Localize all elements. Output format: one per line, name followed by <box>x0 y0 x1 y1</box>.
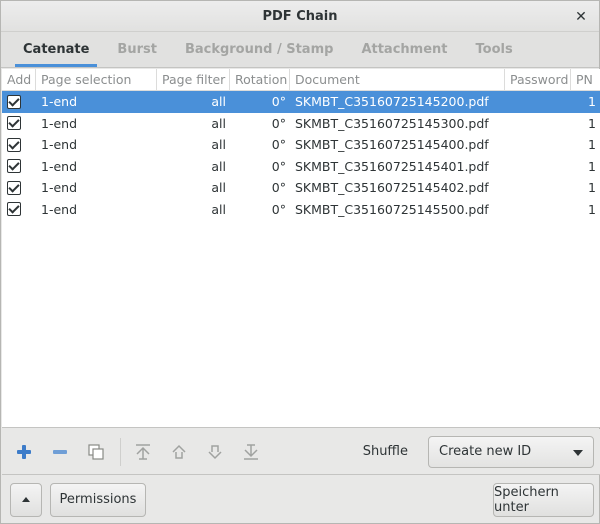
save-as-button[interactable]: Speichern unter <box>493 482 594 517</box>
page-filter-cell[interactable]: all <box>157 137 230 152</box>
id-mode-value: Create new ID <box>439 444 532 459</box>
page-selection-cell[interactable]: 1-end <box>36 202 157 217</box>
pn-cell: 1 <box>588 201 596 217</box>
table-row[interactable]: 1-end all 0° SKMBT_C35160725145402.pdf 1 <box>2 177 600 199</box>
add-checkbox[interactable] <box>7 116 21 131</box>
page-filter-cell[interactable]: all <box>157 202 230 217</box>
tab-catenate[interactable]: Catenate <box>9 32 103 67</box>
titlebar: PDF Chain ✕ <box>1 1 599 32</box>
pn-cell: 1 <box>588 137 596 153</box>
pn-cell: 1 <box>588 180 596 196</box>
document-cell: SKMBT_C35160725145402.pdf <box>295 180 489 196</box>
add-checkbox[interactable] <box>7 159 21 174</box>
copy-icon[interactable] <box>82 438 110 466</box>
page-selection-cell[interactable]: 1-end <box>36 137 157 152</box>
add-checkbox[interactable] <box>7 94 21 109</box>
add-cell <box>2 94 36 109</box>
column-header-page-selection[interactable]: Page selection <box>36 69 157 90</box>
toolbar-separator <box>120 437 121 466</box>
page-selection-cell[interactable]: 1-end <box>36 94 157 109</box>
rotation-cell[interactable]: 0° <box>230 94 290 109</box>
move-bottom-icon[interactable] <box>237 438 265 466</box>
table-row[interactable]: 1-end all 0° SKMBT_C35160725145300.pdf 1 <box>2 113 600 135</box>
app-window: PDF Chain ✕ Catenate Burst Background / … <box>0 0 600 524</box>
rotation-cell[interactable]: 0° <box>230 180 290 195</box>
document-cell: SKMBT_C35160725145500.pdf <box>295 201 489 217</box>
pn-cell: 1 <box>588 94 596 110</box>
table-row[interactable]: 1-end all 0° SKMBT_C35160725145401.pdf 1 <box>2 156 600 178</box>
column-header-password[interactable]: Password <box>505 69 571 90</box>
column-header-pn[interactable]: PN <box>571 69 600 90</box>
document-cell: SKMBT_C35160725145400.pdf <box>295 137 489 153</box>
document-cell: SKMBT_C35160725145300.pdf <box>295 115 489 131</box>
add-checkbox[interactable] <box>7 137 21 152</box>
rotation-cell[interactable]: 0° <box>230 137 290 152</box>
pn-cell: 1 <box>588 115 596 131</box>
page-filter-cell[interactable]: all <box>157 116 230 131</box>
page-filter-cell[interactable]: all <box>157 159 230 174</box>
move-top-icon[interactable] <box>129 438 157 466</box>
expand-button[interactable] <box>10 482 42 517</box>
window-title: PDF Chain <box>262 9 338 24</box>
id-mode-dropdown[interactable]: Create new ID <box>428 435 594 468</box>
add-cell <box>2 137 36 152</box>
rotation-cell[interactable]: 0° <box>230 159 290 174</box>
document-cell: SKMBT_C35160725145200.pdf <box>295 94 489 110</box>
add-checkbox[interactable] <box>7 202 21 217</box>
page-filter-cell[interactable]: all <box>157 180 230 195</box>
column-header-add[interactable]: Add <box>2 69 36 90</box>
add-checkbox[interactable] <box>7 180 21 195</box>
table-header: Add Page selection Page filter Rotation … <box>2 69 600 91</box>
page-selection-cell[interactable]: 1-end <box>36 180 157 195</box>
page-selection-cell[interactable]: 1-end <box>36 116 157 131</box>
remove-icon[interactable] <box>46 438 74 466</box>
table-row[interactable]: 1-end all 0° SKMBT_C35160725145200.pdf 1 <box>2 91 600 113</box>
column-header-document[interactable]: Document <box>290 69 505 90</box>
table-row[interactable]: 1-end all 0° SKMBT_C35160725145500.pdf 1 <box>2 199 600 221</box>
add-cell <box>2 180 36 195</box>
tab-burst[interactable]: Burst <box>103 32 171 67</box>
chevron-down-icon <box>573 449 583 456</box>
move-down-icon[interactable] <box>201 438 229 466</box>
permissions-button[interactable]: Permissions <box>50 482 146 517</box>
pn-cell: 1 <box>588 158 596 174</box>
close-icon[interactable]: ✕ <box>571 7 591 27</box>
document-table: Add Page selection Page filter Rotation … <box>2 69 600 428</box>
add-icon[interactable] <box>10 438 38 466</box>
shuffle-label: Shuffle <box>362 444 408 459</box>
add-cell <box>2 159 36 174</box>
tab-tools[interactable]: Tools <box>462 32 527 67</box>
tab-attachment[interactable]: Attachment <box>347 32 461 67</box>
tab-background-stamp[interactable]: Background / Stamp <box>171 32 348 67</box>
move-up-icon[interactable] <box>165 438 193 466</box>
page-filter-cell[interactable]: all <box>157 94 230 109</box>
bottom-bar: Permissions Speichern unter <box>2 476 600 523</box>
page-selection-cell[interactable]: 1-end <box>36 159 157 174</box>
add-cell <box>2 116 36 131</box>
edit-toolbar: Shuffle Create new ID <box>2 429 600 475</box>
add-cell <box>2 202 36 217</box>
rotation-cell[interactable]: 0° <box>230 202 290 217</box>
table-row[interactable]: 1-end all 0° SKMBT_C35160725145400.pdf 1 <box>2 134 600 156</box>
tab-bar: Catenate Burst Background / Stamp Attach… <box>1 32 599 68</box>
rotation-cell[interactable]: 0° <box>230 116 290 131</box>
arrow-up-icon <box>22 497 30 502</box>
column-header-rotation[interactable]: Rotation <box>230 69 290 90</box>
column-header-page-filter[interactable]: Page filter <box>157 69 230 90</box>
document-cell: SKMBT_C35160725145401.pdf <box>295 158 489 174</box>
